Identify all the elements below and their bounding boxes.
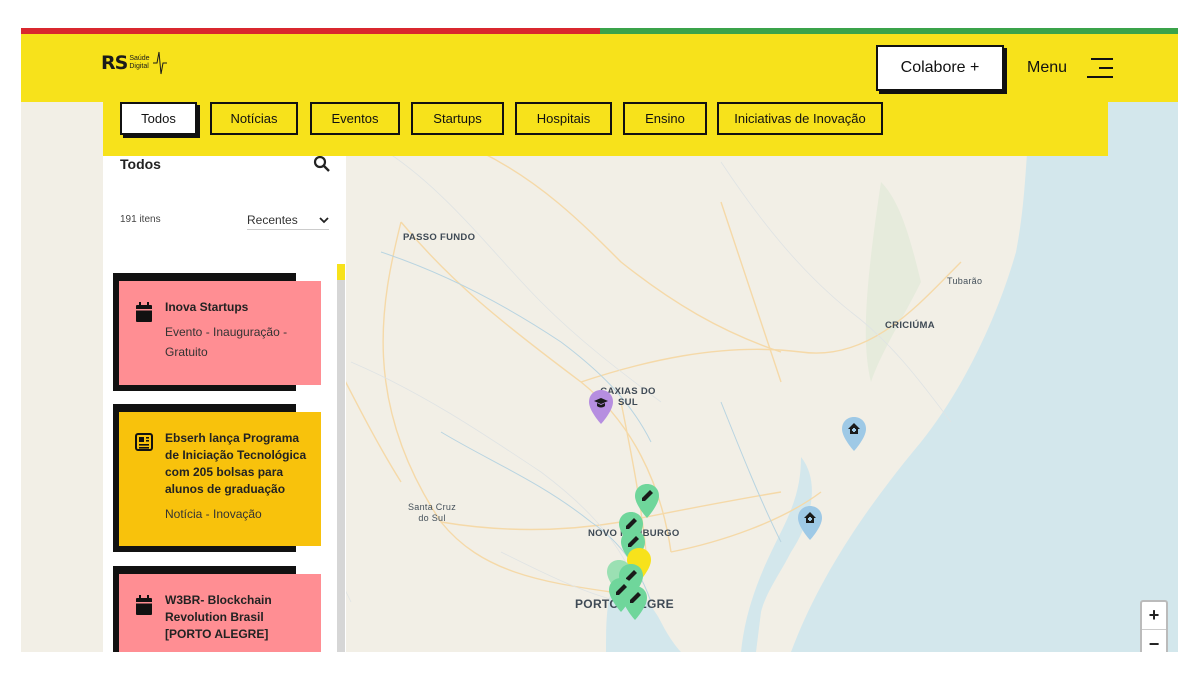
list-item[interactable]: W3BR- Blockchain Revolution Brasil [PORT… [113,566,323,652]
map-label-santa-cruz: Santa Cruz do Sul [407,502,457,523]
logo-line2: Digital [129,63,149,70]
logo-line1: Saúde [129,55,150,62]
zoom-control: + − [1140,600,1168,652]
sort-select[interactable]: Recentes [247,210,329,230]
hamburger-icon [1085,56,1114,80]
card-title: W3BR- Blockchain Revolution Brasil [PORT… [165,593,272,641]
map-label-tubarao: Tubarão [947,276,983,286]
logo-sub: Saúde Digital [129,55,149,71]
calendar-icon [136,302,152,322]
filter-noticias[interactable]: Notícias [210,102,298,135]
filter-todos[interactable]: Todos [120,102,197,135]
sort-value: Recentes [247,212,298,227]
chevron-down-icon [319,216,329,223]
list-item[interactable]: Ebserh lança Programa de Iniciação Tecno… [113,404,323,552]
card-meta: Notícia - Inovação [165,507,262,521]
menu-label: Menu [1027,59,1068,76]
app-frame: PASSO FUNDO CAXIAS DO SUL Santa Cruz do … [21,28,1178,652]
map-pin-hospital[interactable] [842,417,866,451]
sidebar-scrollbar-thumb[interactable] [337,264,345,280]
card-meta: Evento - Inauguração - Gratuito [165,325,288,359]
results-count: 191 itens [120,214,161,225]
site-logo[interactable]: RS Saúde Digital [101,48,167,78]
map-pin-startup[interactable] [623,586,647,620]
logo-main: RS [101,52,128,74]
card-title: Inova Startups [165,300,249,314]
heartbeat-icon [152,51,167,75]
menu-button[interactable]: Menu [1027,56,1114,80]
map-pin-ensino[interactable] [589,390,613,424]
results-sidebar: Todos 191 itens Recentes Inova Startups … [103,156,346,652]
card-title: Ebserh lança Programa de Iniciação Tecno… [165,431,307,496]
site-header: RS Saúde Digital Colabore + Menu [21,34,1178,102]
sidebar-title: Todos [120,156,161,172]
filter-hospitais[interactable]: Hospitais [515,102,612,135]
card-body[interactable]: W3BR- Blockchain Revolution Brasil [PORT… [119,574,321,652]
zoom-in-button[interactable]: + [1142,602,1166,630]
filter-eventos[interactable]: Eventos [310,102,400,135]
sidebar-scrollbar-track[interactable] [337,264,345,652]
filter-iniciativas[interactable]: Iniciativas de Inovação [717,102,883,135]
calendar-icon [136,595,152,615]
category-filter-bar: Todos Notícias Eventos Startups Hospitai… [103,102,1108,156]
map-pin-hospital[interactable] [798,506,822,540]
newspaper-icon [135,433,153,451]
card-body[interactable]: Inova Startups Evento - Inauguração - Gr… [119,281,321,385]
filter-ensino[interactable]: Ensino [623,102,707,135]
list-item[interactable]: Inova Startups Evento - Inauguração - Gr… [113,273,323,391]
card-body[interactable]: Ebserh lança Programa de Iniciação Tecno… [119,412,321,546]
map-label-passo-fundo: PASSO FUNDO [403,232,476,243]
colabore-button[interactable]: Colabore + [876,45,1004,91]
filter-startups[interactable]: Startups [411,102,504,135]
search-icon[interactable] [313,156,331,173]
map-label-criciuma: CRICIÚMA [885,320,935,331]
zoom-out-button[interactable]: − [1142,630,1166,653]
